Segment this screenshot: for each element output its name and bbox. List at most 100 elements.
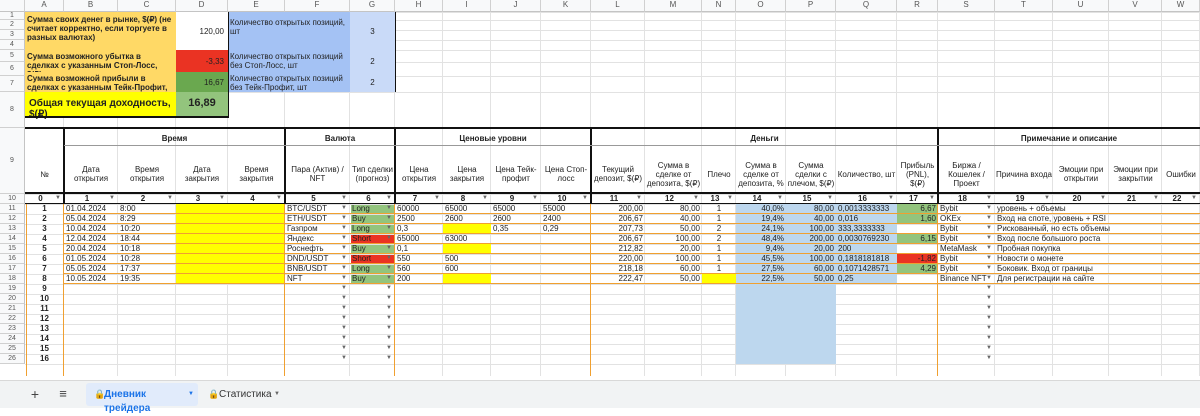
filter-icon[interactable]: ▼ xyxy=(386,195,394,203)
dropdown-chevron-icon[interactable]: ▼ xyxy=(386,275,394,283)
cell-r10-c17[interactable] xyxy=(897,294,938,304)
cell-r12-c1[interactable] xyxy=(64,314,118,324)
row-header[interactable]: 26 xyxy=(0,354,25,364)
cell-r11-c22[interactable] xyxy=(1162,304,1200,314)
cell-r14-c4[interactable] xyxy=(228,334,285,344)
dropdown-chevron-icon[interactable]: ▼ xyxy=(986,325,994,333)
cell-r16-c21[interactable] xyxy=(1109,354,1162,364)
row-header[interactable]: 6 xyxy=(0,62,25,76)
dropdown-chevron-icon[interactable]: ▼ xyxy=(986,315,994,323)
dropdown-chevron-icon[interactable]: ▼ xyxy=(386,225,394,233)
cell-r5-c0[interactable]: 5 xyxy=(25,244,64,254)
cell-r16-c16[interactable] xyxy=(836,354,897,364)
cell-r15-c17[interactable] xyxy=(897,344,938,354)
dropdown-chevron-icon[interactable]: ▼ xyxy=(986,305,994,313)
cell-r13-c2[interactable] xyxy=(118,324,176,334)
column-header[interactable]: A xyxy=(25,0,64,12)
cell-r13-c21[interactable] xyxy=(1109,324,1162,334)
dropdown-chevron-icon[interactable]: ▼ xyxy=(341,245,349,253)
dropdown-chevron-icon[interactable]: ▼ xyxy=(341,355,349,363)
cell-r9-c6[interactable] xyxy=(350,284,386,294)
cell-r11-c9[interactable] xyxy=(491,304,541,314)
cell-r2-c0[interactable]: 2 xyxy=(25,214,64,224)
cell-r16-c0[interactable]: 16 xyxy=(25,354,64,364)
row-header[interactable]: 16 xyxy=(0,254,25,264)
cell-r12-c17[interactable] xyxy=(897,314,938,324)
column-header[interactable]: M xyxy=(645,0,702,12)
cell-r11-c19[interactable] xyxy=(995,304,1053,314)
cell-r10-c21[interactable] xyxy=(1109,294,1162,304)
cell-r16-c22[interactable] xyxy=(1162,354,1200,364)
dropdown-chevron-icon[interactable]: ▼ xyxy=(341,205,349,213)
add-sheet-button[interactable]: + xyxy=(24,380,46,408)
cell-r16-c19[interactable] xyxy=(995,354,1053,364)
cell-r9-c12[interactable] xyxy=(645,284,702,294)
cell-r16-c12[interactable] xyxy=(645,354,702,364)
column-header[interactable]: D xyxy=(176,0,228,12)
dropdown-chevron-icon[interactable]: ▼ xyxy=(986,355,994,363)
cell-r3-c0[interactable]: 3 xyxy=(25,224,64,234)
cell-r14-c15[interactable] xyxy=(786,334,836,344)
row-header[interactable]: 23 xyxy=(0,324,25,334)
cell-r16-c9[interactable] xyxy=(491,354,541,364)
cell-r15-c14[interactable] xyxy=(736,344,786,354)
cell-r9-c4[interactable] xyxy=(228,284,285,294)
cell-r14-c22[interactable] xyxy=(1162,334,1200,344)
row-header[interactable]: 12 xyxy=(0,214,25,224)
dropdown-chevron-icon[interactable]: ▼ xyxy=(341,275,349,283)
column-header[interactable]: Q xyxy=(836,0,897,12)
cell-r12-c8[interactable] xyxy=(443,314,491,324)
filter-icon[interactable]: ▼ xyxy=(1100,195,1108,203)
dropdown-chevron-icon[interactable]: ▼ xyxy=(986,255,994,263)
select-all-corner[interactable] xyxy=(0,0,25,12)
cell-r9-c20[interactable] xyxy=(1053,284,1109,294)
cell-r16-c17[interactable] xyxy=(897,354,938,364)
cell-r11-c1[interactable] xyxy=(64,304,118,314)
filter-icon[interactable]: ▼ xyxy=(109,195,117,203)
cell-r16-c7[interactable] xyxy=(395,354,443,364)
row-header[interactable]: 17 xyxy=(0,264,25,274)
cell-r10-c2[interactable] xyxy=(118,294,176,304)
dropdown-chevron-icon[interactable]: ▼ xyxy=(386,295,394,303)
row-header[interactable]: 1 xyxy=(0,12,25,20)
cell-r10-c4[interactable] xyxy=(228,294,285,304)
cell-r9-c18[interactable] xyxy=(938,284,986,294)
row-header[interactable]: 10 xyxy=(0,194,25,204)
row-header[interactable]: 19 xyxy=(0,284,25,294)
cell-r16-c3[interactable] xyxy=(176,354,228,364)
cell-r9-c13[interactable] xyxy=(702,284,736,294)
cell-r15-c2[interactable] xyxy=(118,344,176,354)
cell-r13-c10[interactable] xyxy=(541,324,591,334)
filter-icon[interactable]: ▼ xyxy=(1191,195,1199,203)
cell-r15-c11[interactable] xyxy=(591,344,645,354)
row-header[interactable]: 4 xyxy=(0,40,25,50)
dropdown-chevron-icon[interactable]: ▼ xyxy=(986,345,994,353)
cell-r10-c22[interactable] xyxy=(1162,294,1200,304)
cell-r14-c20[interactable] xyxy=(1053,334,1109,344)
cell-r11-c7[interactable] xyxy=(395,304,443,314)
filter-icon[interactable]: ▼ xyxy=(482,195,490,203)
column-header[interactable]: V xyxy=(1109,0,1162,12)
cell-r13-c0[interactable]: 13 xyxy=(25,324,64,334)
cell-r16-c8[interactable] xyxy=(443,354,491,364)
cell-r16-c5[interactable] xyxy=(285,354,341,364)
dropdown-chevron-icon[interactable]: ▼ xyxy=(341,325,349,333)
row-header[interactable]: 22 xyxy=(0,314,25,324)
row-header[interactable]: 21 xyxy=(0,304,25,314)
cell-r9-c3[interactable] xyxy=(176,284,228,294)
chevron-down-icon[interactable]: ▼ xyxy=(274,391,282,399)
cell-r15-c10[interactable] xyxy=(541,344,591,354)
dropdown-chevron-icon[interactable]: ▼ xyxy=(986,205,994,213)
dropdown-chevron-icon[interactable]: ▼ xyxy=(386,255,394,263)
cell-r9-c11[interactable] xyxy=(591,284,645,294)
cell-r11-c13[interactable] xyxy=(702,304,736,314)
cell-r11-c21[interactable] xyxy=(1109,304,1162,314)
dropdown-chevron-icon[interactable]: ▼ xyxy=(386,355,394,363)
cell-r9-c2[interactable] xyxy=(118,284,176,294)
column-header[interactable]: W xyxy=(1162,0,1200,12)
tab-statistics-label[interactable]: Статистика xyxy=(219,388,273,402)
cell-r11-c15[interactable] xyxy=(786,304,836,314)
cell-r10-c1[interactable] xyxy=(64,294,118,304)
cell-r15-c18[interactable] xyxy=(938,344,986,354)
cell-r12-c14[interactable] xyxy=(736,314,786,324)
